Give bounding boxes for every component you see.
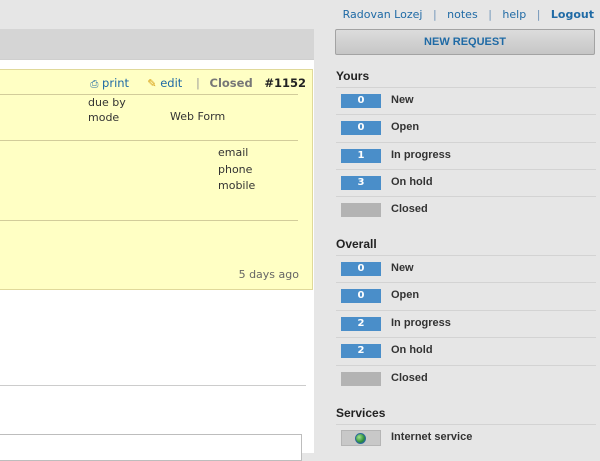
ticket-divider bbox=[0, 220, 298, 221]
email-label: email bbox=[218, 146, 249, 159]
stat-row-yours-closed[interactable]: Closed bbox=[336, 196, 596, 223]
count-badge: 0 bbox=[341, 121, 381, 135]
phone-label: phone bbox=[218, 163, 253, 176]
header-separator: | bbox=[195, 76, 200, 90]
user-link[interactable]: Radovan Lozej bbox=[343, 8, 423, 21]
ticket-number: #1152 bbox=[264, 76, 306, 90]
nav-separator: | bbox=[488, 8, 492, 21]
ticket-header: ⎙ print ✎ edit | Closed #1152 bbox=[90, 76, 306, 90]
ticket-divider bbox=[0, 94, 298, 95]
stat-row-yours-open[interactable]: 0 Open bbox=[336, 114, 596, 141]
stat-row-overall-open[interactable]: 0 Open bbox=[336, 282, 596, 309]
sidebar: NEW REQUEST Yours 0 New 0 Open 1 In prog… bbox=[329, 29, 600, 453]
mobile-label: mobile bbox=[218, 179, 256, 192]
count-badge: 0 bbox=[341, 94, 381, 108]
ticket-divider bbox=[0, 140, 298, 141]
count-badge: 2 bbox=[341, 344, 381, 358]
stat-label[interactable]: On hold bbox=[391, 344, 433, 356]
ticket-box: ⎙ print ✎ edit | Closed #1152 due by mod… bbox=[0, 69, 313, 290]
count-badge bbox=[341, 203, 381, 217]
print-icon[interactable]: ⎙ bbox=[90, 79, 98, 90]
main-panel: ⎙ print ✎ edit | Closed #1152 due by mod… bbox=[0, 29, 314, 461]
nav-separator: | bbox=[432, 8, 437, 21]
globe-icon bbox=[355, 433, 366, 444]
print-link[interactable]: print bbox=[102, 76, 129, 90]
mode-value: Web Form bbox=[170, 110, 226, 123]
notes-link[interactable]: notes bbox=[447, 8, 478, 21]
stat-label[interactable]: New bbox=[391, 94, 414, 106]
reply-textbox[interactable] bbox=[0, 434, 302, 461]
stat-row-yours-new[interactable]: 0 New bbox=[336, 87, 596, 114]
stat-label[interactable]: On hold bbox=[391, 176, 433, 188]
count-badge: 2 bbox=[341, 317, 381, 331]
stat-row-overall-in-progress[interactable]: 2 In progress bbox=[336, 310, 596, 337]
top-nav: Radovan Lozej | notes | help | Logout bbox=[343, 8, 594, 21]
stat-row-overall-on-hold[interactable]: 2 On hold bbox=[336, 337, 596, 364]
stat-label[interactable]: Closed bbox=[391, 203, 428, 215]
stat-row-overall-new[interactable]: 0 New bbox=[336, 255, 596, 282]
section-title-yours: Yours bbox=[336, 69, 370, 83]
service-row-internet[interactable]: Internet service bbox=[336, 424, 596, 451]
count-badge: 0 bbox=[341, 289, 381, 303]
content-divider bbox=[0, 385, 306, 386]
count-badge: 1 bbox=[341, 149, 381, 163]
help-link[interactable]: help bbox=[502, 8, 526, 21]
logout-link[interactable]: Logout bbox=[551, 8, 594, 21]
stat-label[interactable]: Open bbox=[391, 289, 419, 301]
new-request-button[interactable]: NEW REQUEST bbox=[335, 29, 595, 55]
timestamp: 5 days ago bbox=[238, 268, 299, 281]
mode-label: mode bbox=[88, 111, 120, 124]
due-by-label: due by bbox=[88, 96, 126, 109]
section-title-services: Services bbox=[336, 406, 386, 420]
stat-label[interactable]: New bbox=[391, 262, 414, 274]
count-badge: 0 bbox=[341, 262, 381, 276]
nav-separator: | bbox=[536, 8, 541, 21]
edit-link[interactable]: edit bbox=[160, 76, 182, 90]
stat-label[interactable]: Closed bbox=[391, 372, 428, 384]
section-title-overall: Overall bbox=[336, 237, 377, 251]
stat-label[interactable]: Open bbox=[391, 121, 419, 133]
stat-row-yours-in-progress[interactable]: 1 In progress bbox=[336, 142, 596, 169]
main-header-bar bbox=[0, 29, 314, 60]
stat-row-yours-on-hold[interactable]: 3 On hold bbox=[336, 169, 596, 196]
service-label[interactable]: Internet service bbox=[391, 431, 472, 443]
stat-label[interactable]: In progress bbox=[391, 149, 451, 161]
stat-row-overall-closed[interactable]: Closed bbox=[336, 365, 596, 392]
status-badge: Closed bbox=[209, 76, 253, 90]
stat-label[interactable]: In progress bbox=[391, 317, 451, 329]
count-badge: 3 bbox=[341, 176, 381, 190]
service-badge bbox=[341, 430, 381, 446]
pencil-icon[interactable]: ✎ bbox=[147, 77, 156, 90]
count-badge bbox=[341, 372, 381, 386]
